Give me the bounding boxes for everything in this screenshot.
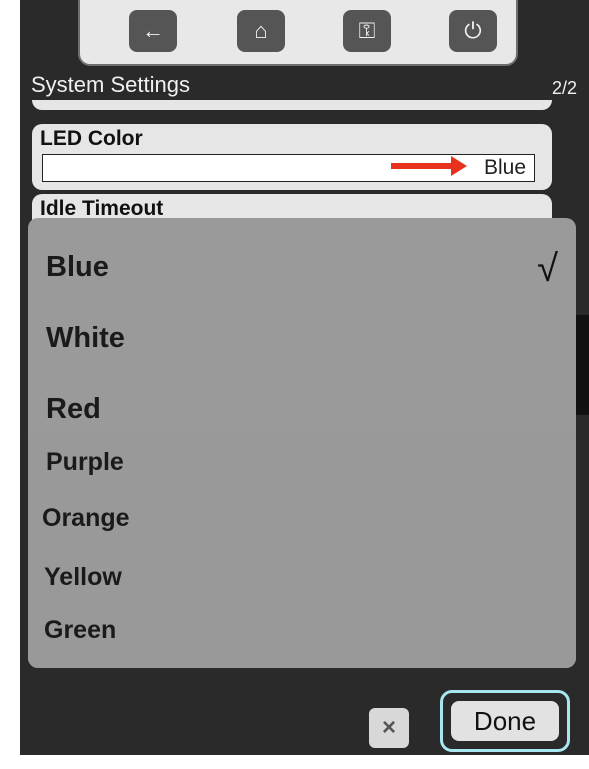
option-red[interactable]: Red — [46, 393, 101, 426]
cancel-button[interactable]: × — [369, 708, 409, 748]
red-arrow-icon — [391, 156, 467, 176]
option-purple[interactable]: Purple — [46, 448, 124, 477]
done-button-highlight: Done — [440, 690, 570, 752]
led-color-value: Blue — [483, 156, 526, 179]
power-icon: ⏻ — [464, 18, 482, 43]
page-indicator: 2/2 — [551, 78, 577, 98]
option-yellow[interactable]: Yellow — [44, 563, 122, 592]
back-button[interactable]: ← — [129, 10, 177, 52]
done-button[interactable]: Done — [451, 701, 559, 741]
previous-setting-card — [32, 100, 552, 110]
back-arrow-icon: ← — [142, 18, 164, 43]
power-button[interactable]: ⏻ — [449, 10, 497, 52]
home-button[interactable]: ⌂ — [237, 10, 285, 52]
option-green[interactable]: Green — [44, 616, 116, 645]
led-color-card[interactable]: LED Color Blue — [32, 124, 552, 190]
toolbar: ← ⌂ ⚿ ⏻ — [78, 0, 518, 66]
device-screen: ← ⌂ ⚿ ⏻ System Settings 2/2 LED Color Bl… — [20, 0, 589, 755]
led-color-label: LED Color — [40, 127, 143, 150]
key-button[interactable]: ⚿ — [343, 10, 391, 52]
color-dropdown: Blue √ White Red Purple Orange Yellow Gr… — [28, 218, 576, 668]
led-color-field[interactable]: Blue — [42, 154, 535, 182]
option-orange[interactable]: Orange — [42, 504, 130, 533]
checkmark-icon: √ — [537, 248, 558, 290]
option-blue[interactable]: Blue — [46, 251, 109, 284]
page-title: System Settings — [31, 72, 190, 97]
home-icon: ⌂ — [254, 18, 268, 43]
key-icon: ⚿ — [358, 18, 376, 43]
option-white[interactable]: White — [46, 322, 125, 355]
close-icon: × — [381, 714, 396, 741]
